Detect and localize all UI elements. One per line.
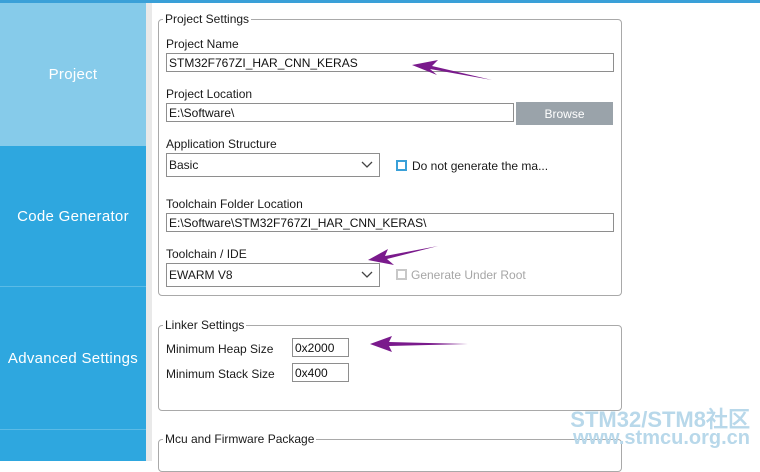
arrow-toolchain-icon (368, 246, 438, 265)
watermark-line-2: www.stmcu.org.cn (572, 427, 750, 449)
arrow-heap-icon (370, 336, 468, 352)
annotation-arrows (368, 60, 492, 352)
arrow-project-name-icon (412, 60, 492, 80)
